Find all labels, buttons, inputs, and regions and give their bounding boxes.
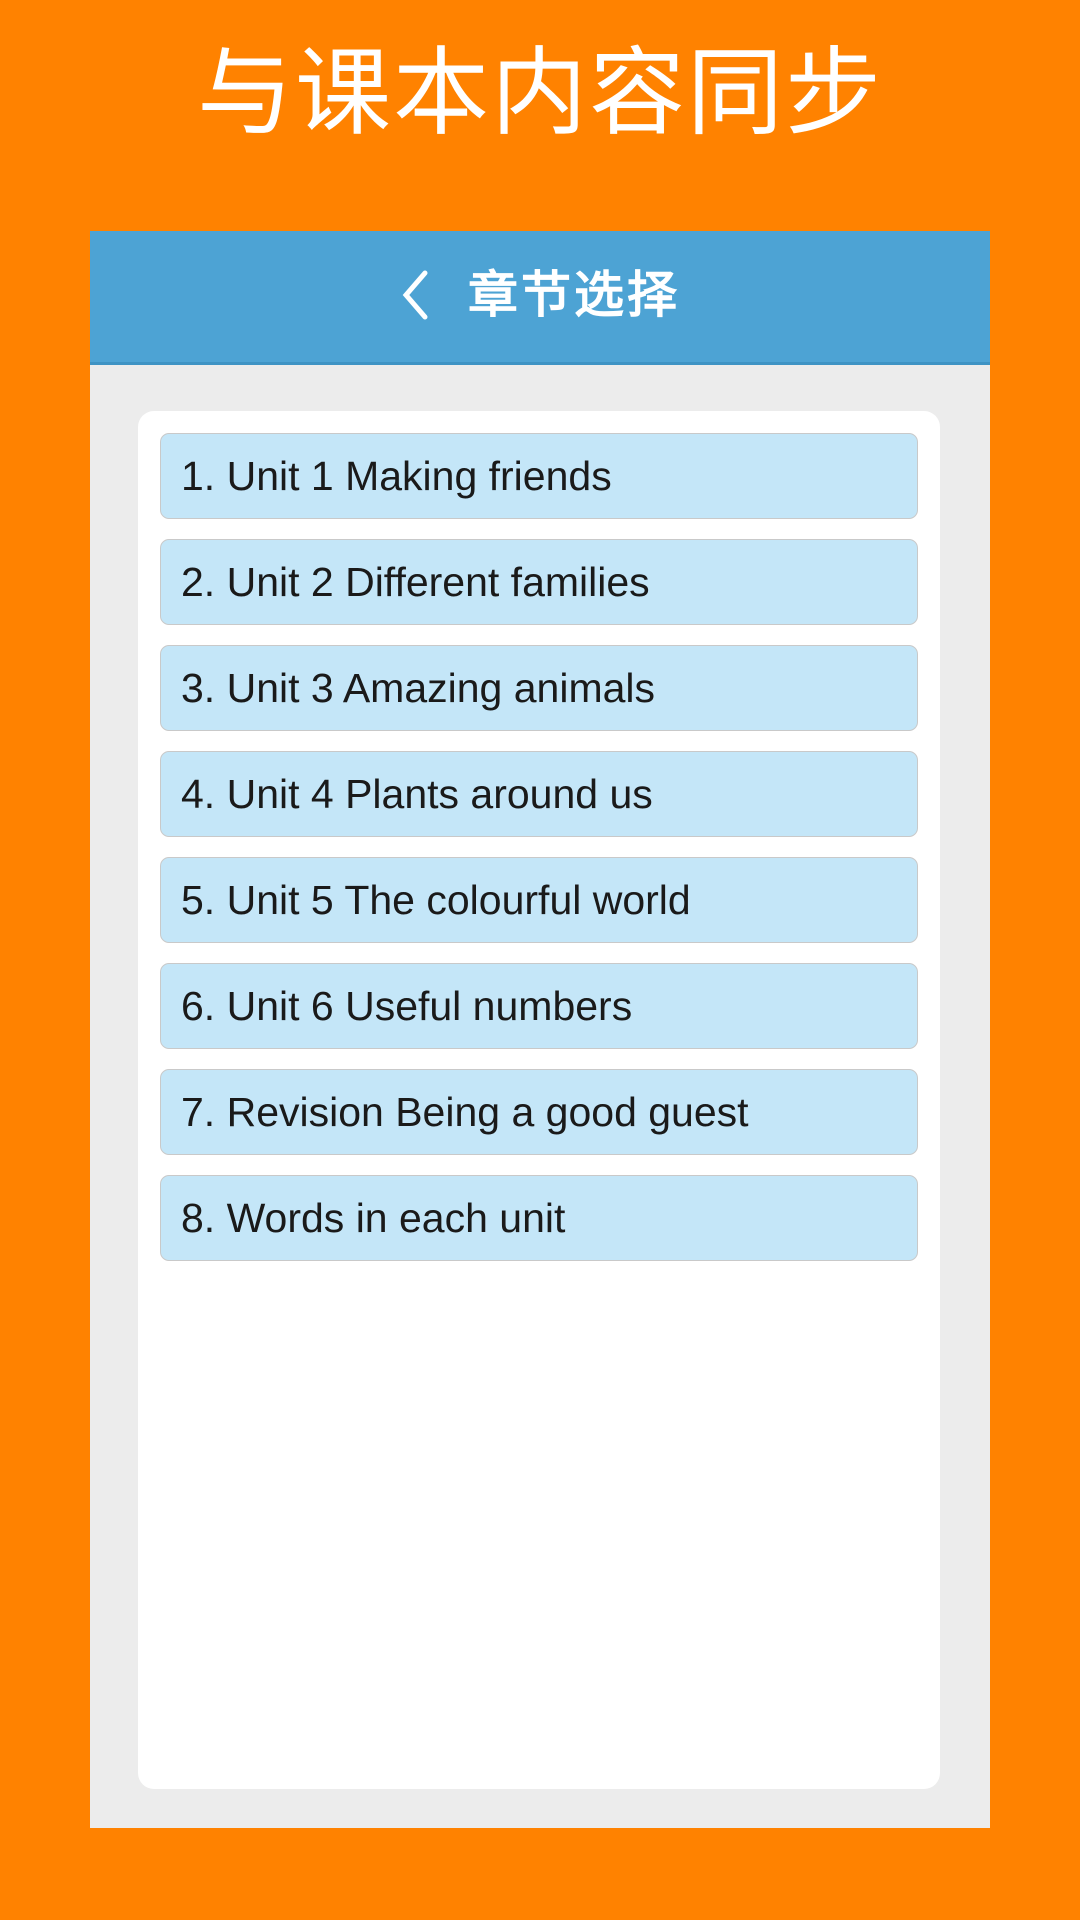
chapter-list-item[interactable]: 3. Unit 3 Amazing animals bbox=[160, 645, 918, 731]
chapter-label: 7. Revision Being a good guest bbox=[181, 1089, 749, 1135]
chapter-list-item[interactable]: 6. Unit 6 Useful numbers bbox=[160, 963, 918, 1049]
navigation-bar: 章节选择 bbox=[90, 231, 990, 365]
chapter-list-item[interactable]: 5. Unit 5 The colourful world bbox=[160, 857, 918, 943]
promo-screenshot-canvas: 与课本内容同步 章节选择 1. Unit 1 Making friends 2.… bbox=[0, 0, 1080, 1920]
chapter-label: 1. Unit 1 Making friends bbox=[181, 453, 612, 499]
chapter-list-item[interactable]: 8. Words in each unit bbox=[160, 1175, 918, 1261]
chapter-list-item[interactable]: 4. Unit 4 Plants around us bbox=[160, 751, 918, 837]
chapter-list-item[interactable]: 1. Unit 1 Making friends bbox=[160, 433, 918, 519]
chapter-label: 3. Unit 3 Amazing animals bbox=[181, 665, 656, 711]
chapter-label: 2. Unit 2 Different families bbox=[181, 559, 650, 605]
chapter-list-item[interactable]: 2. Unit 2 Different families bbox=[160, 539, 918, 625]
chapter-list: 1. Unit 1 Making friends 2. Unit 2 Diffe… bbox=[160, 433, 918, 1261]
nav-title: 章节选择 bbox=[468, 266, 680, 323]
chapter-label: 5. Unit 5 The colourful world bbox=[181, 877, 691, 923]
chapter-label: 8. Words in each unit bbox=[181, 1195, 566, 1241]
chapter-label: 6. Unit 6 Useful numbers bbox=[181, 983, 633, 1029]
app-screen-panel: 章节选择 1. Unit 1 Making friends 2. Unit 2 … bbox=[90, 231, 990, 1828]
chevron-left-icon bbox=[402, 270, 428, 319]
chapter-list-item[interactable]: 7. Revision Being a good guest bbox=[160, 1069, 918, 1155]
navigation-bar-content: 章节选择 bbox=[400, 267, 680, 323]
chapter-card: 1. Unit 1 Making friends 2. Unit 2 Diffe… bbox=[138, 411, 940, 1789]
promo-headline: 与课本内容同步 bbox=[197, 40, 883, 147]
back-button[interactable] bbox=[400, 269, 430, 321]
chapter-label: 4. Unit 4 Plants around us bbox=[181, 771, 653, 817]
